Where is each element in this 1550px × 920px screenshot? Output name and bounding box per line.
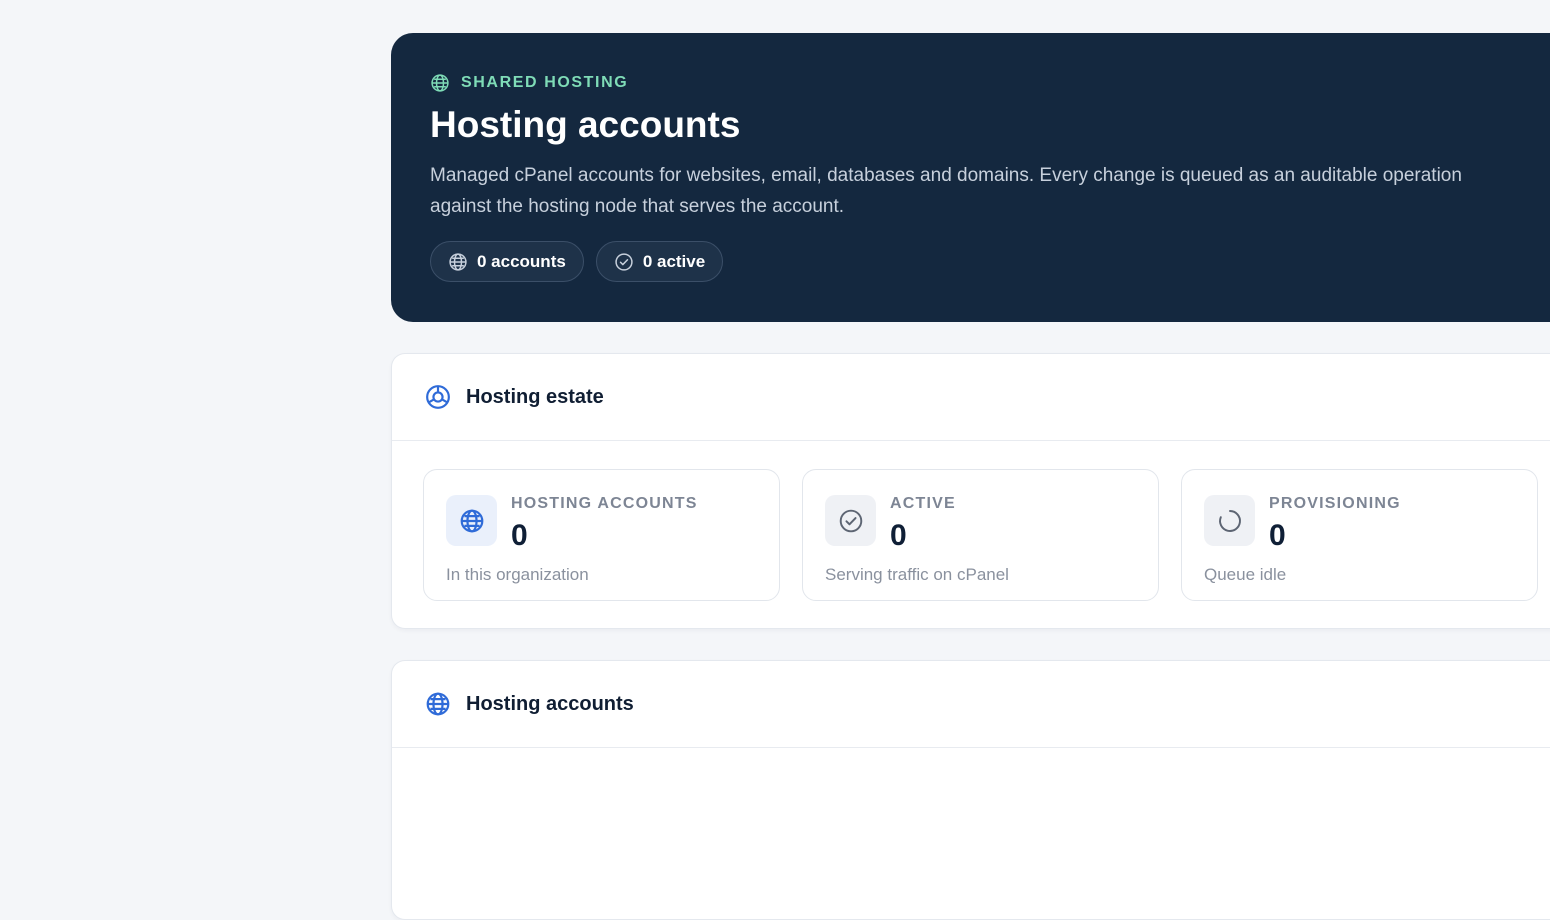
stat-value: 0 bbox=[511, 519, 528, 552]
check-circle-icon bbox=[615, 252, 633, 271]
accounts-count-label: 0 accounts bbox=[477, 251, 566, 271]
hosting-estate-card: Hosting estate HOSTING ACCOUNTS 0 In thi… bbox=[391, 353, 1550, 629]
hero-description-line-1: Managed cPanel accounts for websites, em… bbox=[430, 165, 1462, 186]
stat-value: 0 bbox=[890, 519, 907, 552]
stat-icon-box bbox=[446, 495, 497, 546]
www-globe-icon bbox=[426, 692, 450, 716]
stat-card-hosting-accounts: HOSTING ACCOUNTS 0 In this organization bbox=[423, 469, 780, 601]
spinner-icon bbox=[1218, 509, 1241, 532]
hosting-estate-title: Hosting estate bbox=[466, 385, 604, 408]
stat-icon-box bbox=[825, 495, 876, 546]
stat-card-active: ACTIVE 0 Serving traffic on cPanel bbox=[802, 469, 1159, 601]
stat-subtext: Queue idle bbox=[1204, 565, 1287, 584]
stat-label: PROVISIONING bbox=[1269, 495, 1401, 512]
stat-icon-box bbox=[1204, 495, 1255, 546]
active-count-label: 0 active bbox=[642, 251, 706, 271]
main-content: SHARED HOSTING Hosting accounts Managed … bbox=[391, 33, 1550, 920]
page-title: Hosting accounts bbox=[430, 104, 741, 145]
hero-description: Managed cPanel accounts for websites, em… bbox=[430, 160, 1550, 222]
hosting-accounts-card: Hosting accounts bbox=[391, 660, 1550, 920]
stat-value: 0 bbox=[1269, 519, 1286, 552]
hero-description-line-2: against the hosting node that serves the… bbox=[430, 196, 845, 217]
hosting-accounts-title: Hosting accounts bbox=[466, 692, 634, 715]
target-icon bbox=[426, 385, 450, 409]
check-circle-icon bbox=[839, 509, 862, 532]
stat-card-provisioning: PROVISIONING 0 Queue idle bbox=[1181, 469, 1538, 601]
stat-subtext: In this organization bbox=[446, 565, 589, 584]
hero-banner: SHARED HOSTING Hosting accounts Managed … bbox=[391, 33, 1550, 322]
stat-subtext: Serving traffic on cPanel bbox=[825, 565, 1009, 584]
hosting-estate-header: Hosting estate bbox=[392, 354, 1550, 441]
hero-eyebrow: SHARED HOSTING bbox=[430, 73, 1550, 93]
accounts-count-pill: 0 accounts bbox=[430, 241, 584, 282]
hero-pills: 0 accounts 0 active bbox=[430, 241, 1550, 282]
active-count-pill: 0 active bbox=[595, 241, 724, 282]
stats-grid: HOSTING ACCOUNTS 0 In this organization bbox=[392, 441, 1550, 601]
www-globe-icon bbox=[431, 74, 449, 92]
stat-label: HOSTING ACCOUNTS bbox=[511, 495, 698, 512]
www-globe-icon bbox=[460, 509, 483, 532]
www-globe-icon bbox=[449, 252, 467, 271]
stat-label: ACTIVE bbox=[890, 495, 956, 512]
hosting-accounts-header: Hosting accounts bbox=[392, 661, 1550, 748]
hero-eyebrow-label: SHARED HOSTING bbox=[461, 74, 629, 91]
